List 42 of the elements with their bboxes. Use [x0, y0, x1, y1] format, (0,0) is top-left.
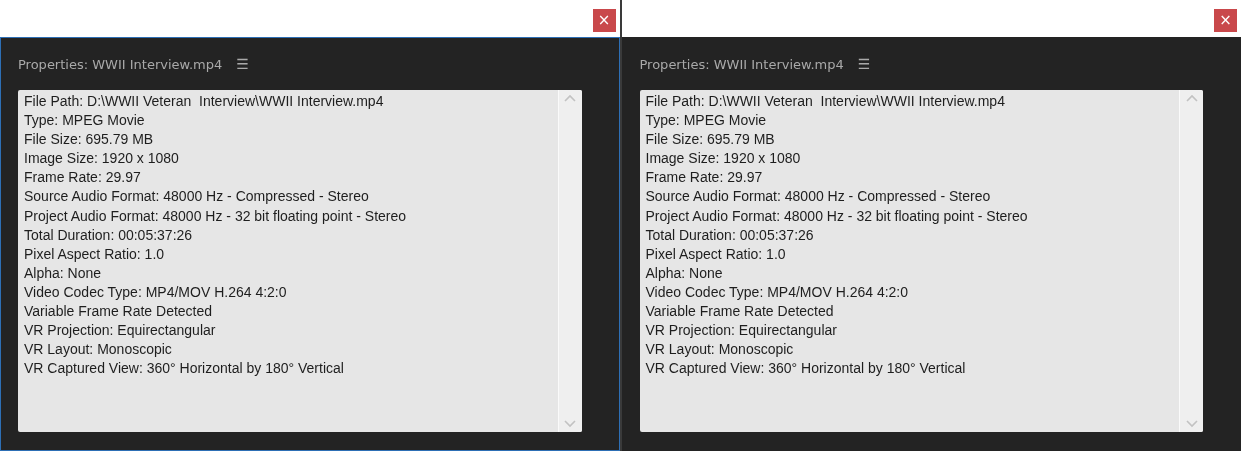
property-line: Type: MPEG Movie: [24, 111, 146, 131]
scrollbar[interactable]: [1179, 90, 1203, 432]
property-line: Alpha: None: [24, 263, 103, 283]
scroll-up-icon[interactable]: [1185, 94, 1198, 102]
scroll-down-icon[interactable]: [564, 420, 576, 428]
property-line: VR Projection: Equirectangular: [645, 321, 838, 341]
property-line: File Path: D:\WWII Veteran Interview\WWII Interview.mp4: [645, 92, 1006, 111]
panel-title: Properties: WWII Interview.mp4: [639, 56, 844, 72]
property-line: Frame Rate: 29.97: [645, 168, 764, 188]
property-line: VR Projection: Equirectangular: [24, 321, 217, 341]
scrollbar[interactable]: [557, 90, 582, 432]
property-line: Total Duration: 00:05:37:26: [24, 225, 194, 245]
property-line: Image Size: 1920 x 1080: [645, 149, 802, 169]
property-line: VR Layout: Monoscopic: [645, 340, 795, 360]
property-line: Source Audio Format: 48000 Hz - Compressed - Stereo: [24, 187, 370, 207]
property-line: Pixel Aspect Ratio: 1.0: [645, 244, 787, 264]
property-line: Video Codec Type: MP4/MOV H.264 4:2:0: [24, 282, 288, 302]
menu-icon[interactable]: ☰: [857, 56, 871, 72]
scroll-down-icon[interactable]: [1185, 420, 1198, 428]
property-line: Pixel Aspect Ratio: 1.0: [24, 244, 166, 264]
property-line: Variable Frame Rate Detected: [24, 302, 214, 322]
menu-icon[interactable]: ☰: [236, 56, 249, 72]
property-line: Project Audio Format: 48000 Hz - 32 bit floating point - Stereo: [24, 206, 408, 226]
property-line: VR Layout: Monoscopic: [24, 340, 173, 360]
property-line: VR Captured View: 360° Horizontal by 180° Vertical: [24, 359, 345, 379]
property-line: Variable Frame Rate Detected: [645, 302, 835, 322]
property-line: Alpha: None: [645, 263, 724, 283]
property-line: Total Duration: 00:05:37:26: [645, 225, 815, 245]
property-line: Source Audio Format: 48000 Hz - Compressed - Stereo: [645, 187, 992, 207]
close-button[interactable]: ×: [592, 9, 616, 32]
property-line: Project Audio Format: 48000 Hz - 32 bit floating point - Stereo: [645, 206, 1029, 226]
property-line: VR Captured View: 360° Horizontal by 180° Vertical: [645, 359, 967, 379]
close-button[interactable]: ×: [1214, 9, 1237, 32]
property-line: File Size: 695.79 MB: [645, 130, 776, 150]
panel-title: Properties: WWII Interview.mp4: [18, 56, 223, 72]
property-line: Frame Rate: 29.97: [24, 168, 142, 188]
property-line: Video Codec Type: MP4/MOV H.264 4:2:0: [645, 282, 910, 302]
scroll-up-icon[interactable]: [564, 94, 576, 102]
property-line: File Size: 695.79 MB: [24, 130, 155, 150]
property-line: File Path: D:\WWII Veteran Interview\WWII Interview.mp4: [24, 92, 385, 111]
property-line: Image Size: 1920 x 1080: [24, 149, 180, 169]
property-line: Type: MPEG Movie: [645, 111, 768, 131]
